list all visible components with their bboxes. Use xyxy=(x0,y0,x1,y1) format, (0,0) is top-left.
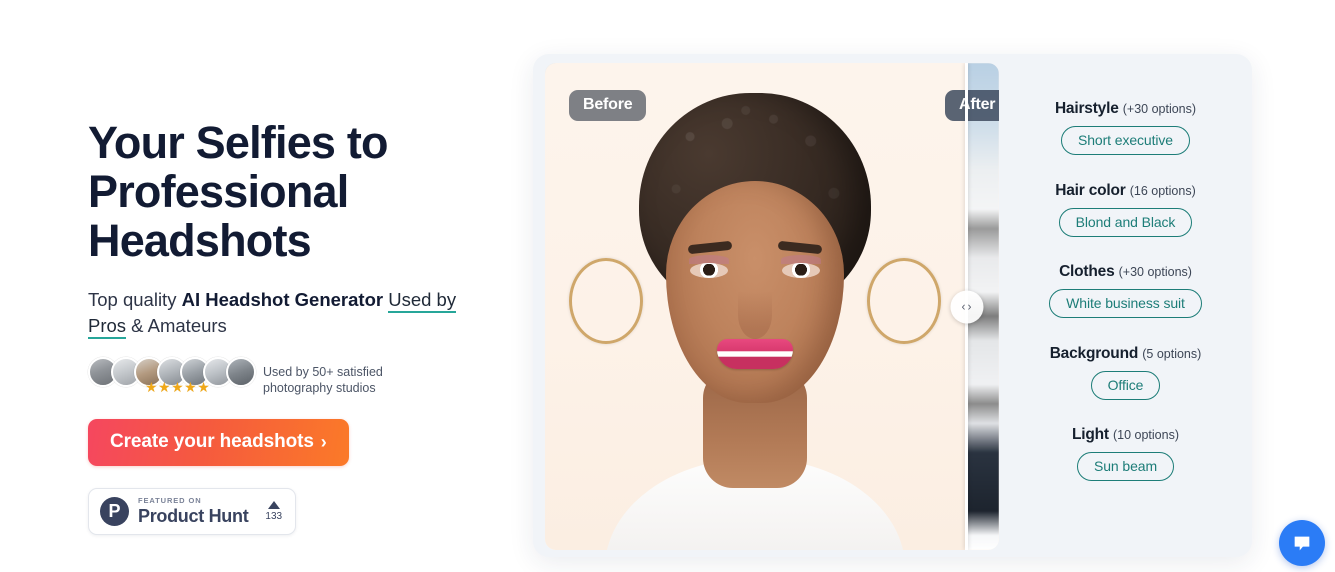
create-headshots-button[interactable]: Create your headshots › xyxy=(88,419,349,466)
upvote-triangle-icon xyxy=(267,501,280,509)
upvote-count: 133 xyxy=(265,511,283,522)
subtitle-tail: & Amateurs xyxy=(126,315,227,336)
option-count: (5 options) xyxy=(1142,346,1202,361)
featured-on-label: FEATURED ON xyxy=(138,496,202,506)
page-title: Your Selfies to Professional Headshots xyxy=(88,117,389,266)
option-label-hairstyle: Hairstyle (+30 options) xyxy=(999,100,1252,118)
social-proof-line-1: Used by 50+ satisfied xyxy=(263,365,383,379)
hero-text-column: Your Selfies to Professional Headshots T… xyxy=(88,118,508,535)
option-label-light: Light (10 options) xyxy=(999,426,1252,444)
option-count: (+30 options) xyxy=(1118,265,1192,279)
option-label-clothes: Clothes (+30 options) xyxy=(999,263,1252,281)
option-title: Hair color xyxy=(1055,181,1126,199)
option-chip-background[interactable]: Office xyxy=(1090,370,1161,400)
eyebrow-left xyxy=(687,240,733,255)
option-label-background: Background (5 options) xyxy=(999,345,1252,363)
before-after-comparison[interactable]: After Before ‹ › xyxy=(545,63,999,550)
product-hunt-logo-icon: P xyxy=(100,497,129,526)
mouth xyxy=(717,339,793,369)
subtitle-bold: AI Headshot Generator xyxy=(181,289,384,310)
earring-right xyxy=(867,258,941,344)
face xyxy=(666,181,844,403)
eyebrow-right xyxy=(777,240,823,255)
options-panel: Hairstyle (+30 options) Short executive … xyxy=(999,54,1252,557)
before-image xyxy=(545,63,965,550)
option-group-hairstyle: Hairstyle (+30 options) Short executive xyxy=(999,100,1252,155)
option-title: Background xyxy=(1049,344,1139,362)
cta-label: Create your headshots xyxy=(110,431,314,452)
avatar-group: ★★★★★ xyxy=(88,357,256,394)
social-proof-text: Used by 50+ satisfied photography studio… xyxy=(263,357,383,396)
option-title: Clothes xyxy=(1059,263,1115,280)
social-proof-line-2: photography studios xyxy=(263,380,376,395)
nose xyxy=(738,291,772,339)
hero-subtitle: Top quality AI Headshot Generator Used b… xyxy=(88,287,498,339)
avatar xyxy=(226,357,256,387)
chevron-left-icon: ‹ xyxy=(961,299,966,314)
product-hunt-badge[interactable]: P FEATURED ON Product Hunt 133 xyxy=(88,488,297,535)
option-count: (10 options) xyxy=(1112,428,1179,442)
after-label-badge: After xyxy=(945,90,999,121)
earring-left xyxy=(569,258,643,344)
option-chip-light[interactable]: Sun beam xyxy=(1076,452,1175,481)
landing-page-hero: Your Selfies to Professional Headshots T… xyxy=(0,0,1335,572)
option-count: (16 options) xyxy=(1129,183,1196,198)
chevron-right-icon: › xyxy=(320,431,327,452)
product-hunt-upvote[interactable]: 133 xyxy=(265,501,282,522)
chevron-right-icon: › xyxy=(967,299,972,314)
option-chip-clothes[interactable]: White business suit xyxy=(1049,289,1202,318)
option-group-light: Light (10 options) Sun beam xyxy=(999,426,1252,481)
option-group-clothes: Clothes (+30 options) White business sui… xyxy=(999,263,1252,318)
rating-stars: ★★★★★ xyxy=(145,379,211,395)
option-title: Light xyxy=(1072,426,1109,443)
before-label-badge: Before xyxy=(569,90,647,121)
eye-left xyxy=(690,263,728,278)
chat-widget-button[interactable] xyxy=(1279,520,1325,566)
option-chip-hair-color[interactable]: Blond and Black xyxy=(1058,207,1193,237)
option-label-hair-color: Hair color (16 options) xyxy=(999,182,1252,200)
eye-right xyxy=(782,263,820,278)
product-hunt-name: Product Hunt xyxy=(138,505,249,526)
option-chip-hairstyle[interactable]: Short executive xyxy=(1061,126,1190,155)
option-group-hair-color: Hair color (16 options) Blond and Black xyxy=(999,182,1252,237)
subtitle-lead: Top quality xyxy=(88,289,182,310)
compare-slider-handle[interactable]: ‹ › xyxy=(950,290,983,323)
option-group-background: Background (5 options) Office xyxy=(999,345,1252,400)
portrait-illustration xyxy=(545,63,965,550)
chat-bubble-icon xyxy=(1294,536,1310,551)
product-hunt-text: FEATURED ON Product Hunt xyxy=(138,496,249,526)
social-proof: ★★★★★ Used by 50+ satisfied photography … xyxy=(88,357,508,396)
option-title: Hairstyle xyxy=(1054,100,1119,117)
option-count: (+30 options) xyxy=(1122,102,1197,116)
headshot-preview-card: After Before ‹ › Hairstyle (+30 options)… xyxy=(533,54,1252,557)
